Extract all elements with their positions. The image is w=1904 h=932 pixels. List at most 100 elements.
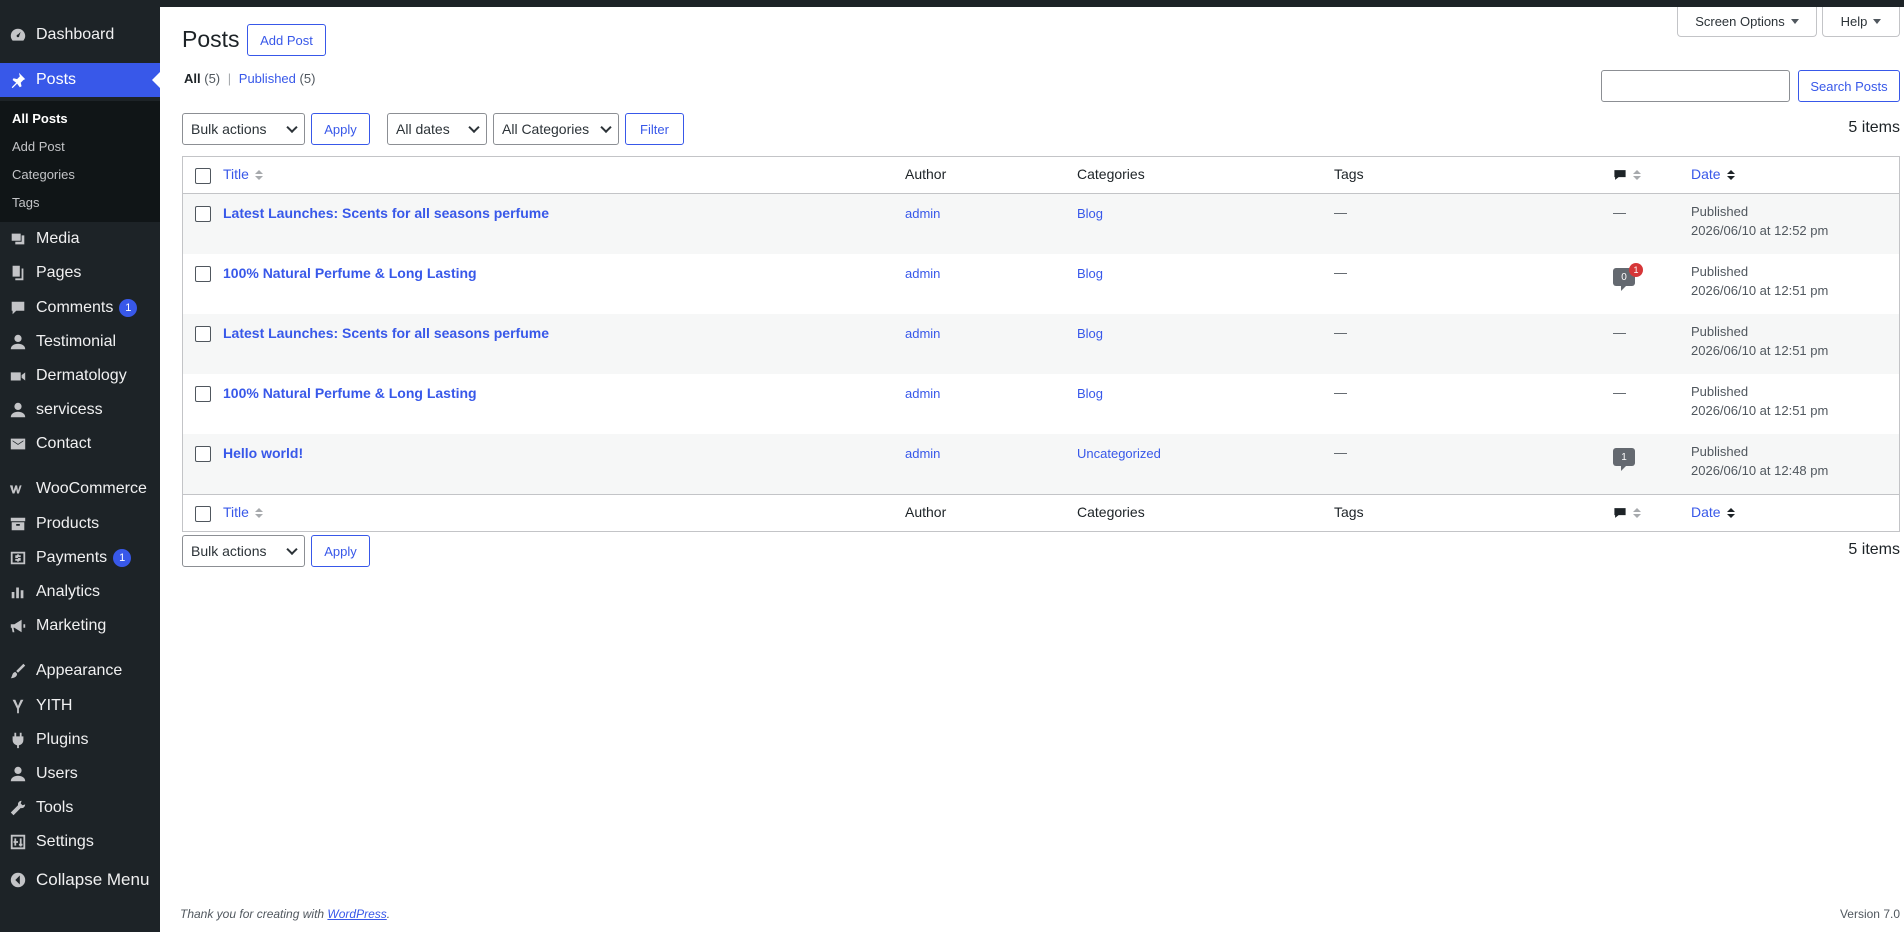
column-comments-header[interactable] <box>1613 166 1641 182</box>
chevron-down-icon <box>600 121 612 134</box>
post-author-link[interactable]: admin <box>905 446 940 461</box>
post-date: 2026/06/10 at 12:51 pm <box>1691 283 1829 298</box>
sidebar-item-dashboard[interactable]: Dashboard <box>0 18 160 52</box>
column-comments-footer[interactable] <box>1613 504 1641 520</box>
post-comments: — <box>1613 205 1626 220</box>
categories-filter-select[interactable]: All Categories <box>493 113 619 145</box>
sidebar-item-label: Tools <box>36 799 74 816</box>
add-post-button[interactable]: Add Post <box>247 24 326 56</box>
categories-filter-value: All Categories <box>502 121 590 137</box>
sidebar-item-contact[interactable]: Contact <box>0 427 160 461</box>
post-comments: — <box>1613 325 1626 340</box>
approved-comments-bubble[interactable]: 1 <box>1613 448 1635 471</box>
post-title-link[interactable]: Latest Launches: Scents for all seasons … <box>223 205 549 221</box>
search-posts-button[interactable]: Search Posts <box>1798 70 1900 102</box>
sidebar-item-plugins[interactable]: Plugins <box>0 723 160 757</box>
footer-version: Version 7.0 <box>1839 907 1900 921</box>
chevron-down-icon <box>468 121 480 134</box>
post-category-link[interactable]: Blog <box>1077 386 1103 401</box>
post-category-link[interactable]: Uncategorized <box>1077 446 1161 461</box>
sidebar-item-tools[interactable]: Tools <box>0 791 160 825</box>
post-date: 2026/06/10 at 12:51 pm <box>1691 403 1829 418</box>
payment-icon <box>8 548 28 568</box>
chevron-down-icon <box>286 121 298 134</box>
sidebar-item-settings[interactable]: Settings <box>0 825 160 859</box>
screen-options-button[interactable]: Screen Options <box>1677 7 1817 37</box>
settings-icon <box>8 832 28 852</box>
help-button[interactable]: Help <box>1822 7 1900 37</box>
column-title-header[interactable]: Title <box>223 166 263 182</box>
post-category-link[interactable]: Blog <box>1077 266 1103 281</box>
bulk-actions-select[interactable]: Bulk actions <box>182 113 305 145</box>
row-checkbox[interactable] <box>195 446 211 462</box>
bulk-actions-value: Bulk actions <box>191 543 267 559</box>
sidebar-collapse-menu[interactable]: Collapse Menu <box>0 863 160 897</box>
sidebar-item-yith[interactable]: YITH <box>0 689 160 723</box>
dates-filter-select[interactable]: All dates <box>387 113 487 145</box>
sidebar-item-media[interactable]: Media <box>0 222 160 256</box>
column-date-footer[interactable]: Date <box>1691 504 1735 520</box>
submenu-all-posts[interactable]: All Posts <box>12 111 68 126</box>
column-title-label: Title <box>223 504 249 520</box>
pending-comments-badge[interactable]: 1 <box>1629 263 1643 277</box>
sidebar-item-testimonial[interactable]: Testimonial <box>0 325 160 359</box>
sidebar-item-analytics[interactable]: Analytics <box>0 575 160 609</box>
comments-count-badge: 1 <box>119 299 138 317</box>
pin-icon <box>8 70 28 90</box>
submenu-tags[interactable]: Tags <box>12 195 39 210</box>
sidebar-item-dermatology[interactable]: Dermatology <box>0 359 160 393</box>
post-title-link[interactable]: 100% Natural Perfume & Long Lasting <box>223 385 477 401</box>
row-checkbox[interactable] <box>195 206 211 222</box>
post-author-link[interactable]: admin <box>905 386 940 401</box>
sidebar-item-products[interactable]: Products <box>0 507 160 541</box>
comment-icon <box>8 298 28 318</box>
submenu-categories[interactable]: Categories <box>12 167 75 182</box>
sidebar-item-pages[interactable]: Pages <box>0 256 160 290</box>
row-checkbox[interactable] <box>195 386 211 402</box>
post-category-link[interactable]: Blog <box>1077 206 1103 221</box>
view-separator: | <box>227 71 232 86</box>
post-title-link[interactable]: 100% Natural Perfume & Long Lasting <box>223 265 477 281</box>
post-category-link[interactable]: Blog <box>1077 326 1103 341</box>
sidebar-item-appearance[interactable]: Appearance <box>0 654 160 688</box>
post-author-link[interactable]: admin <box>905 206 940 221</box>
bulk-actions-select-bottom[interactable]: Bulk actions <box>182 535 305 567</box>
apply-button[interactable]: Apply <box>311 113 370 145</box>
sidebar-item-label: Comments <box>36 299 114 316</box>
sidebar-item-marketing[interactable]: Marketing <box>0 609 160 643</box>
select-all-checkbox[interactable] <box>195 506 211 522</box>
wordpress-link[interactable]: WordPress <box>327 907 386 921</box>
sidebar-item-posts[interactable]: Posts <box>0 63 160 97</box>
post-tags: — <box>1334 205 1347 220</box>
sidebar-item-payments[interactable]: Payments 1 <box>0 541 160 575</box>
post-author-link[interactable]: admin <box>905 326 940 341</box>
chart-icon <box>8 582 28 602</box>
yith-icon <box>8 696 28 716</box>
caret-down-icon <box>1873 19 1882 24</box>
view-all-link[interactable]: All <box>184 71 201 86</box>
column-date-header[interactable]: Date <box>1691 166 1735 182</box>
post-title-link[interactable]: Latest Launches: Scents for all seasons … <box>223 325 549 341</box>
sidebar-item-woocommerce[interactable]: WooCommerce <box>0 472 160 506</box>
sidebar-item-label: Analytics <box>36 583 101 600</box>
sidebar-item-label: Testimonial <box>36 333 117 350</box>
sort-icon <box>1633 170 1641 181</box>
row-checkbox[interactable] <box>195 266 211 282</box>
post-author-link[interactable]: admin <box>905 266 940 281</box>
sidebar-item-label: Collapse Menu <box>36 870 150 889</box>
submenu-add-post[interactable]: Add Post <box>12 139 65 154</box>
row-checkbox[interactable] <box>195 326 211 342</box>
megaphone-icon <box>8 616 28 636</box>
sidebar-item-users[interactable]: Users <box>0 757 160 791</box>
search-input[interactable] <box>1601 70 1790 102</box>
table-footer: Title Author Categories Tags Date <box>183 494 1899 531</box>
apply-button-bottom[interactable]: Apply <box>311 535 370 567</box>
sidebar-item-comments[interactable]: Comments 1 <box>0 291 160 325</box>
column-title-footer[interactable]: Title <box>223 504 263 520</box>
view-published-link[interactable]: Published <box>239 71 296 86</box>
select-all-checkbox[interactable] <box>195 168 211 184</box>
post-title-link[interactable]: Hello world! <box>223 445 303 461</box>
sidebar-item-servicess[interactable]: servicess <box>0 393 160 427</box>
sidebar-item-label: Plugins <box>36 731 89 748</box>
filter-button[interactable]: Filter <box>625 113 684 145</box>
